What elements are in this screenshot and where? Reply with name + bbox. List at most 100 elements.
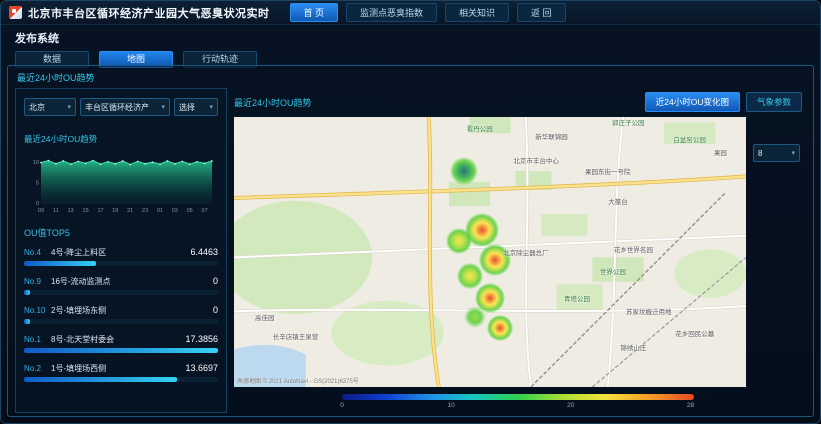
map-label: 花乡世界名园 xyxy=(614,244,653,254)
nav-item-back[interactable]: 返 回 xyxy=(517,3,566,22)
hour-select[interactable]: 8 ▾ xyxy=(753,144,800,162)
region-selectors: 北京 ▾ 丰台区循环经济产 ▾ 选择 ▾ xyxy=(24,98,218,116)
top5-name: 1号-填埋场西侧 xyxy=(51,363,181,374)
map-label: 世界公园 xyxy=(600,266,626,276)
map-label: 青塔公园 xyxy=(564,293,590,303)
scale-tick-label: 10 xyxy=(447,402,454,409)
map-label: 北京除尘器总厂 xyxy=(503,247,549,257)
top5-row-head: No.916号-流动监测点0 xyxy=(24,276,218,287)
map-label: 果园东街一号院 xyxy=(585,166,631,176)
map-row: 看丹公园新华联锦园 郭庄子公园白盆窑公园果园北京市丰台中心果园东街一号院大葆台北京… xyxy=(234,117,802,387)
chevron-down-icon: ▾ xyxy=(67,103,71,111)
main-panel: 最近24小时OU趋势 北京 ▾ 丰台区循环经济产 ▾ 选择 ▾ 最近24小时OU趋势 0 5… xyxy=(7,65,814,417)
top5-row: No.916号-流动监测点0 xyxy=(24,276,218,295)
top5-bar-track xyxy=(24,319,218,324)
top5-rank: No.2 xyxy=(24,364,49,373)
top5-title: OU值TOP5 xyxy=(24,226,218,239)
select-city[interactable]: 北京 ▾ xyxy=(24,98,76,116)
top5-bar-track xyxy=(24,377,218,382)
chart-title: 最近24小时OU趋势 xyxy=(24,133,218,145)
heatmap-blob xyxy=(450,157,478,185)
nav-item-home[interactable]: 首 页 xyxy=(290,3,339,22)
svg-text:5: 5 xyxy=(36,181,39,187)
top5-name: 4号-降尘上料区 xyxy=(51,247,186,258)
scale-tick-label: 0 xyxy=(340,402,344,409)
scale-tick-label: 20 xyxy=(567,402,574,409)
map-label: 新华联锦园 xyxy=(535,131,568,141)
hour-select-value: 8 xyxy=(758,149,762,158)
map-label: 白盆窑公园 xyxy=(673,134,706,144)
map-label: 看丹公园 xyxy=(467,123,493,133)
top5-value: 0 xyxy=(213,276,218,286)
top5-value: 0 xyxy=(213,305,218,315)
map-label: 果园 xyxy=(714,147,727,157)
top5-value: 17.3856 xyxy=(185,334,218,344)
chevron-down-icon: ▾ xyxy=(791,149,795,157)
select-point[interactable]: 选择 ▾ xyxy=(174,98,218,116)
map-canvas[interactable]: 看丹公园新华联锦园 郭庄子公园白盆窑公园果园北京市丰台中心果园东街一号院大葆台北京… xyxy=(234,117,746,387)
heatmap-blob xyxy=(487,315,513,341)
top5-rank: No.4 xyxy=(24,248,49,257)
trend-chart-svg: 0510091113151719212301030507 xyxy=(24,148,218,214)
publish-system-label: 发布系统 xyxy=(1,25,820,48)
top5-bar-fill xyxy=(24,319,30,324)
map-label: 花乡回民公墓 xyxy=(675,328,714,338)
panel-content: 北京▾丰台区循环经济产▾选择▾ 最近24小时OU趋势 0510091113151… xyxy=(13,87,808,414)
top5-bar-fill xyxy=(24,377,177,382)
heat-scale: 0 10 20 28 xyxy=(234,387,802,411)
top5-bar-track xyxy=(24,290,218,295)
map-panel: 最近24小时OU趋势 近24小时OU变化图气象参数 xyxy=(232,88,806,413)
nav-item-knowledge[interactable]: 相关知识 xyxy=(445,3,509,22)
top5-rank: No.1 xyxy=(24,335,49,344)
svg-text:19: 19 xyxy=(112,208,118,214)
select-city-value: 北京 xyxy=(29,102,45,113)
chevron-down-icon: ▾ xyxy=(161,103,165,111)
scale-tick-label: 28 xyxy=(687,402,694,409)
top5-row: No.44号-降尘上料区 6.4463 xyxy=(24,247,218,266)
map-label: 长辛店镇王泉营 xyxy=(273,331,319,341)
map-header: 最近24小时OU趋势 近24小时OU变化图气象参数 xyxy=(234,92,802,112)
top5-row: No.102号-填埋场东侧0 xyxy=(24,305,218,324)
svg-text:17: 17 xyxy=(97,208,103,214)
top5-value: 6.4463 xyxy=(190,247,218,257)
nav-item-odor-index[interactable]: 监测点恶臭指数 xyxy=(346,3,437,22)
map-label: 苏家坟搬迁用地 xyxy=(626,306,672,316)
map-label: 郭庄子公园 xyxy=(612,117,645,127)
heatmap-blob xyxy=(446,228,472,254)
map-label: 高佳园 xyxy=(255,312,275,322)
select-park-value: 丰台区循环经济产 xyxy=(85,102,149,113)
top5-row: No.21号-填埋场西侧13.6697 xyxy=(24,363,218,382)
select-park[interactable]: 丰台区循环经济产 ▾ xyxy=(80,98,170,116)
map-button-weather[interactable]: 气象参数 xyxy=(746,92,802,112)
svg-text:07: 07 xyxy=(202,208,208,214)
top5-row-head: No.21号-填埋场西侧13.6697 xyxy=(24,363,218,374)
top5-row: No.18号-北天堂村委会 17.3856 xyxy=(24,334,218,353)
heatmap-blob xyxy=(464,306,486,328)
ou-trend-chart: 0510091113151719212301030507 xyxy=(24,148,218,214)
map-title: 最近24小时OU趋势 xyxy=(234,96,639,109)
app-logo-icon xyxy=(9,6,22,19)
select-point-value: 选择 xyxy=(179,102,195,113)
top5-name: 16号-流动监测点 xyxy=(51,276,209,287)
chevron-down-icon: ▾ xyxy=(209,103,213,111)
heatmap-blob xyxy=(457,263,483,289)
map-label: 大葆台 xyxy=(608,196,628,206)
ou-top5-list: No.44号-降尘上料区6.4463No.916号-流动监测点0No.102号-… xyxy=(24,247,218,392)
top5-row-head: No.18号-北天堂村委会 17.3856 xyxy=(24,334,218,345)
panel-title: 最近24小时OU趋势 xyxy=(13,69,808,87)
svg-text:13: 13 xyxy=(68,208,74,214)
svg-text:0: 0 xyxy=(36,201,39,207)
top-header: 北京市丰台区循环经济产业园大气恶臭状况实时 首 页监测点恶臭指数相关知识返 回 xyxy=(1,1,820,25)
map-side-controls: 8 ▾ xyxy=(746,117,802,387)
top5-name: 8号-北天堂村委会 xyxy=(51,334,181,345)
main-nav: 首 页监测点恶臭指数相关知识返 回 xyxy=(290,3,566,22)
top5-bar-track xyxy=(24,261,218,266)
map-button-ou-change[interactable]: 近24小时OU变化图 xyxy=(645,92,740,112)
top5-bar-fill xyxy=(24,290,30,295)
left-panel: 北京▾丰台区循环经济产▾选择▾ 最近24小时OU趋势 0510091113151… xyxy=(15,88,227,413)
map-label: 锦绣山庄 xyxy=(620,342,646,352)
top5-bar-fill xyxy=(24,261,96,266)
svg-text:10: 10 xyxy=(33,160,39,166)
map-buttons: 近24小时OU变化图气象参数 xyxy=(639,92,802,112)
map-label: 北京市丰台中心 xyxy=(513,155,559,165)
